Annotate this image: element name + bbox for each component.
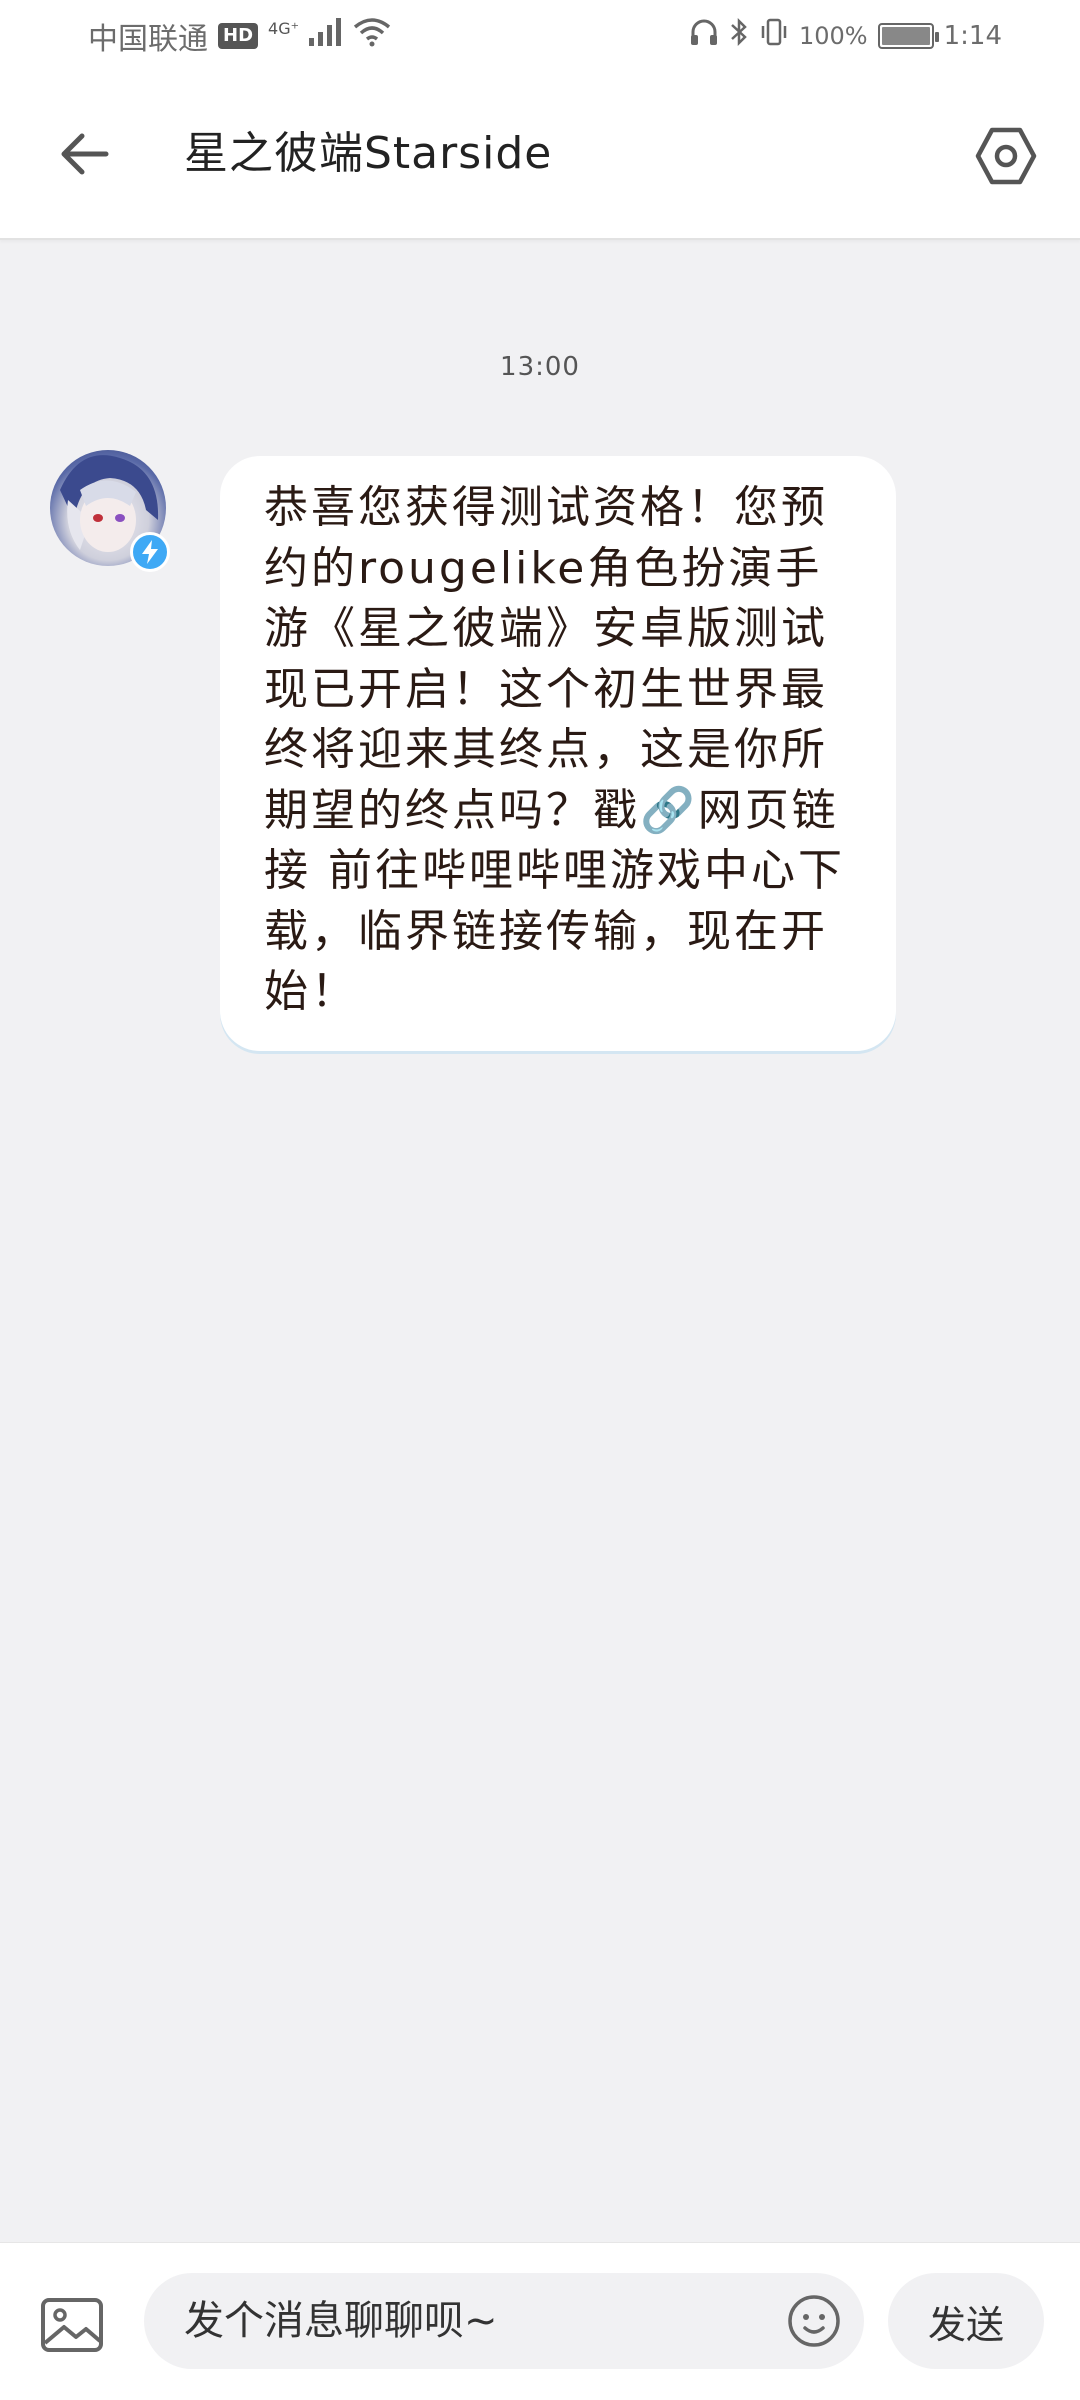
settings-hexagon-icon (975, 127, 1037, 185)
lightning-badge-icon (142, 540, 158, 564)
status-bar: 中国联通 HD 4G⁺ 100% 1:14 (0, 0, 1080, 72)
settings-button[interactable] (972, 122, 1040, 190)
bluetooth-icon (729, 17, 749, 55)
image-button[interactable] (36, 2293, 108, 2357)
hd-badge: HD (218, 23, 259, 49)
image-icon (41, 2298, 103, 2352)
send-button[interactable]: 发送 (888, 2273, 1044, 2369)
emoji-icon (788, 2295, 840, 2347)
back-button[interactable] (52, 122, 116, 186)
status-right: 100% 1:14 (689, 17, 1002, 55)
carrier-label: 中国联通 (88, 22, 208, 57)
battery-icon (877, 23, 939, 49)
emoji-button[interactable] (786, 2293, 842, 2349)
vibrate-icon (759, 17, 789, 55)
headphones-icon (689, 17, 719, 55)
network-type-label: 4G⁺ (268, 19, 300, 38)
input-bar: 发送 (0, 2242, 1080, 2400)
clock-label: 1:14 (943, 21, 1002, 51)
back-arrow-icon (61, 133, 109, 175)
app-header: 星之彼端Starside (0, 72, 1080, 240)
message-bubble[interactable]: 恭喜您获得测试资格！您预约的rougelike角色扮演手游《星之彼端》安卓版测试… (220, 456, 896, 1051)
signal-icon (309, 18, 343, 54)
page-title: 星之彼端Starside (184, 128, 553, 179)
verified-badge (130, 532, 170, 572)
battery-percent-label: 100% (798, 22, 868, 50)
wifi-icon (353, 17, 391, 55)
chat-screen: 中国联通 HD 4G⁺ 100% 1:14 星之彼端Starside 13:00… (0, 0, 1080, 2400)
message-timestamp: 13:00 (500, 352, 580, 382)
message-input[interactable] (144, 2273, 864, 2369)
chat-area[interactable]: 13:00 恭喜您获得测试资格！您预约的rougelike角色扮演手游《星之彼端… (0, 242, 1080, 2242)
status-left: 中国联通 HD 4G⁺ (88, 14, 391, 58)
